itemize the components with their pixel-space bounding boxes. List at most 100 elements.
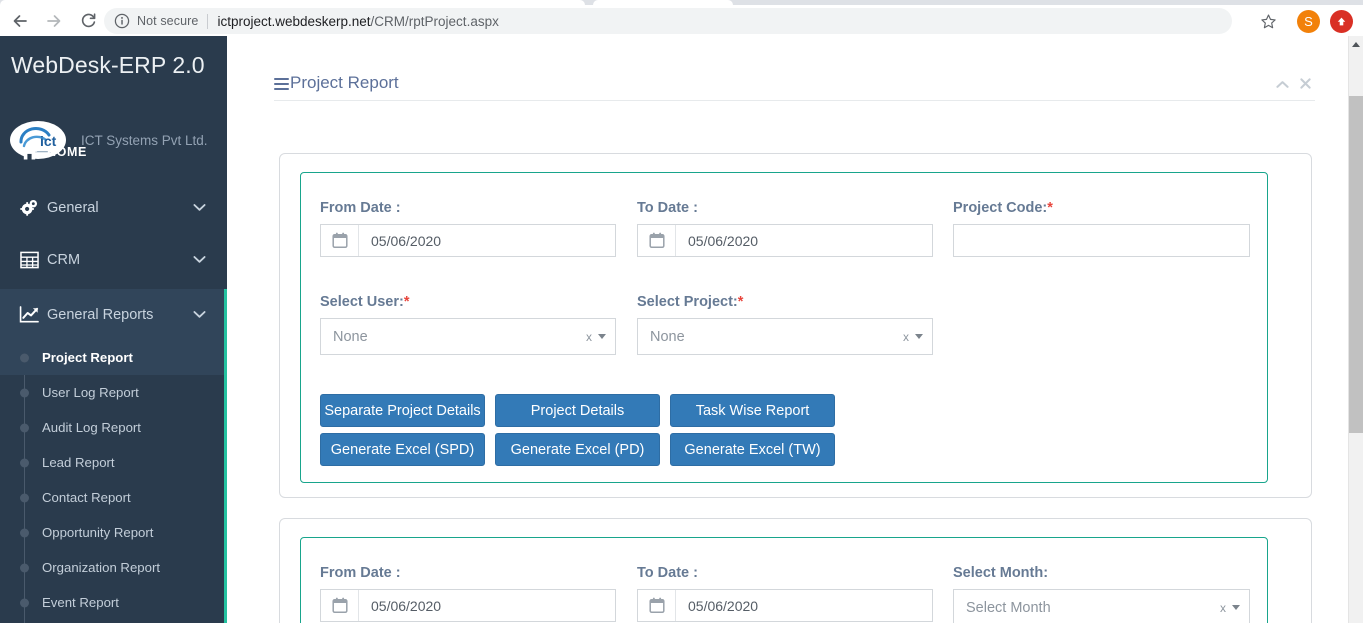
generate-excel-spd-button[interactable]: Generate Excel (SPD) bbox=[320, 433, 485, 466]
sidebar-subitem-label: Project Report bbox=[42, 350, 133, 365]
bullet-icon bbox=[20, 423, 29, 432]
select-project-label: Select Project:* bbox=[637, 294, 743, 310]
from-date-input-2[interactable]: 05/06/2020 bbox=[320, 589, 616, 622]
clear-x-icon[interactable]: x bbox=[1220, 601, 1226, 615]
security-status-label: Not secure bbox=[137, 14, 199, 28]
task-wise-report-button[interactable]: Task Wise Report bbox=[670, 394, 835, 427]
forward-arrow-icon bbox=[47, 14, 61, 27]
hamburger-icon bbox=[274, 78, 289, 90]
back-button[interactable] bbox=[6, 7, 34, 35]
bullet-icon bbox=[20, 563, 29, 572]
project-report-panel: Project Report From Date : 05/06/2020 To… bbox=[274, 49, 1315, 623]
sidebar-item-organization-report[interactable]: Organization Report bbox=[0, 550, 224, 585]
bullet-icon bbox=[20, 528, 29, 537]
reload-icon bbox=[81, 13, 95, 28]
select-user-label-text: Select User: bbox=[320, 294, 404, 310]
update-button[interactable] bbox=[1330, 10, 1353, 33]
sidebar-item-project-report[interactable]: Project Report bbox=[0, 340, 224, 375]
project-code-label: Project Code:* bbox=[953, 200, 1053, 216]
project-details-button[interactable]: Project Details bbox=[495, 394, 660, 427]
sidebar-item-label: HOME bbox=[47, 145, 87, 159]
report-section-1: From Date : 05/06/2020 To Date: 05/06/2… bbox=[279, 153, 1312, 498]
calendar-icon[interactable] bbox=[638, 590, 676, 621]
chevron-down-icon bbox=[193, 200, 206, 216]
required-asterisk: * bbox=[403, 294, 410, 310]
page-title: Project Report bbox=[274, 73, 399, 93]
chevron-down-icon[interactable] bbox=[598, 334, 606, 339]
select-project-dropdown[interactable]: None x bbox=[637, 318, 933, 355]
sidebar-item-general[interactable]: General bbox=[0, 182, 227, 233]
report-section-2: From Date : 05/06/2020 To Date: 05/06/2… bbox=[279, 518, 1312, 623]
select-user-value: None bbox=[333, 328, 368, 345]
bookmark-button[interactable] bbox=[1256, 10, 1280, 32]
profile-initial: S bbox=[1304, 14, 1313, 29]
info-circle-icon[interactable] bbox=[114, 13, 130, 29]
chevron-down-icon[interactable] bbox=[1232, 605, 1240, 610]
sidebar-subitem-label: Lead Report bbox=[42, 455, 115, 470]
table-grid-icon bbox=[13, 251, 45, 269]
page-viewport: WebDesk-ERP 2.0 ict ICT Systems Pvt Ltd. bbox=[0, 36, 1363, 623]
url-text: ictproject.webdeskerp.net/CRM/rptProject… bbox=[217, 14, 498, 29]
to-date-label-2: To Date : bbox=[637, 565, 698, 581]
forward-button[interactable] bbox=[40, 7, 68, 35]
main-content: Project Report From Date : 05/06/2020 To… bbox=[227, 36, 1363, 623]
select-user-label: Select User:* bbox=[320, 294, 409, 310]
chevron-down-icon[interactable] bbox=[915, 334, 923, 339]
scroll-up-arrow-icon[interactable] bbox=[1349, 36, 1363, 52]
scrollbar-thumb[interactable] bbox=[1349, 96, 1363, 433]
page-title-text: Project Report bbox=[290, 73, 399, 92]
sidebar-item-crm[interactable]: CRM bbox=[0, 234, 227, 285]
select-project-controls[interactable]: x bbox=[903, 330, 923, 344]
report-fieldset-2: From Date : 05/06/2020 To Date: 05/06/2… bbox=[300, 537, 1268, 623]
sidebar-item-contact-report[interactable]: Contact Report bbox=[0, 480, 224, 515]
chevron-up-icon[interactable] bbox=[1276, 77, 1289, 91]
brand-title: WebDesk-ERP 2.0 bbox=[11, 52, 205, 78]
sidebar-item-event-report[interactable]: Event Report bbox=[0, 585, 224, 620]
clear-x-icon[interactable]: x bbox=[586, 330, 592, 344]
sidebar-item-general-reports[interactable]: General Reports bbox=[0, 289, 227, 340]
sidebar-item-user-log-report[interactable]: User Log Report bbox=[0, 375, 224, 410]
address-bar[interactable]: Not secure ictproject.webdeskerp.net/CRM… bbox=[104, 8, 1232, 34]
back-arrow-icon bbox=[13, 14, 27, 27]
calendar-icon[interactable] bbox=[321, 590, 359, 621]
to-date-value-2: 05/06/2020 bbox=[688, 597, 759, 614]
to-date-input[interactable]: 05/06/2020 bbox=[637, 224, 933, 257]
from-date-input[interactable]: 05/06/2020 bbox=[320, 224, 616, 257]
gears-icon bbox=[13, 197, 45, 218]
to-date-label: To Date : bbox=[637, 200, 698, 216]
bullet-icon bbox=[20, 388, 29, 397]
sidebar: WebDesk-ERP 2.0 ict ICT Systems Pvt Ltd. bbox=[0, 36, 227, 623]
profile-avatar[interactable]: S bbox=[1297, 10, 1320, 33]
to-date-value: 05/06/2020 bbox=[688, 232, 759, 249]
select-user-controls[interactable]: x bbox=[586, 330, 606, 344]
sidebar-item-audit-log-report[interactable]: Audit Log Report bbox=[0, 410, 224, 445]
to-date-input-2[interactable]: 05/06/2020 bbox=[637, 589, 933, 622]
sidebar-item-home[interactable]: HOME bbox=[0, 130, 227, 174]
generate-excel-pd-button[interactable]: Generate Excel (PD) bbox=[495, 433, 660, 466]
bullet-icon bbox=[20, 458, 29, 467]
sidebar-submenu: Project Report User Log Report Audit Log… bbox=[0, 340, 224, 623]
generate-excel-tw-button[interactable]: Generate Excel (TW) bbox=[670, 433, 835, 466]
select-month-dropdown[interactable]: Select Month x bbox=[953, 589, 1250, 623]
calendar-icon[interactable] bbox=[638, 225, 676, 256]
sidebar-item-opportunity-report[interactable]: Opportunity Report bbox=[0, 515, 224, 550]
reload-button[interactable] bbox=[74, 7, 102, 35]
sidebar-item-lead-report[interactable]: Lead Report bbox=[0, 445, 224, 480]
project-code-input[interactable] bbox=[953, 224, 1250, 257]
select-month-label-text: Select Month: bbox=[953, 565, 1049, 581]
from-date-label-2: From Date : bbox=[320, 565, 401, 581]
bullet-icon bbox=[20, 493, 29, 502]
report-fieldset-1: From Date : 05/06/2020 To Date: 05/06/2… bbox=[300, 172, 1268, 483]
omnibox-divider bbox=[207, 13, 209, 29]
select-month-controls[interactable]: x bbox=[1220, 601, 1240, 615]
clear-x-icon[interactable]: x bbox=[903, 330, 909, 344]
page-scrollbar[interactable] bbox=[1348, 36, 1363, 623]
from-date-value: 05/06/2020 bbox=[371, 232, 442, 249]
bullet-icon bbox=[20, 598, 29, 607]
url-host: ictproject.webdeskerp.net bbox=[217, 13, 371, 29]
from-date-value-2: 05/06/2020 bbox=[371, 597, 442, 614]
select-user-dropdown[interactable]: None x bbox=[320, 318, 616, 355]
close-x-icon[interactable] bbox=[1300, 77, 1311, 91]
separate-project-details-button[interactable]: Separate Project Details bbox=[320, 394, 485, 427]
calendar-icon[interactable] bbox=[321, 225, 359, 256]
